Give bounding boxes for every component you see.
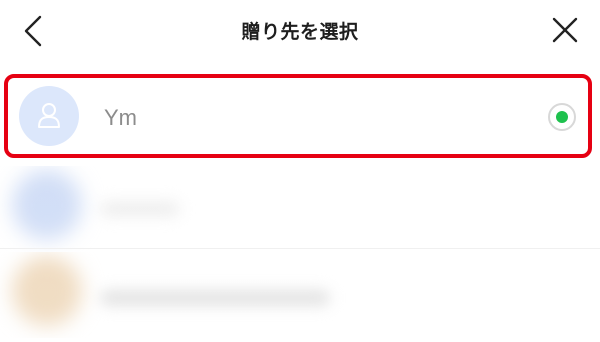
avatar (12, 256, 82, 326)
avatar (19, 86, 79, 146)
close-button[interactable] (550, 15, 580, 45)
recipient-name-blurred (100, 290, 330, 306)
recipient-row-blurred[interactable] (0, 252, 600, 338)
recipient-name: Ym (104, 105, 137, 130)
page-title: 贈り先を選択 (241, 21, 359, 43)
close-icon (552, 17, 578, 43)
recipient-row-blurred[interactable] (0, 166, 600, 252)
select-recipient-screen: 贈り先を選択 Ym (0, 0, 600, 342)
person-icon (38, 103, 60, 128)
recipient-row[interactable]: Ym (0, 76, 600, 160)
divider (0, 248, 600, 249)
avatar (12, 170, 82, 240)
header: 贈り先を選択 (0, 0, 600, 62)
recipient-name-blurred (100, 201, 180, 217)
selected-radio[interactable] (548, 103, 576, 131)
